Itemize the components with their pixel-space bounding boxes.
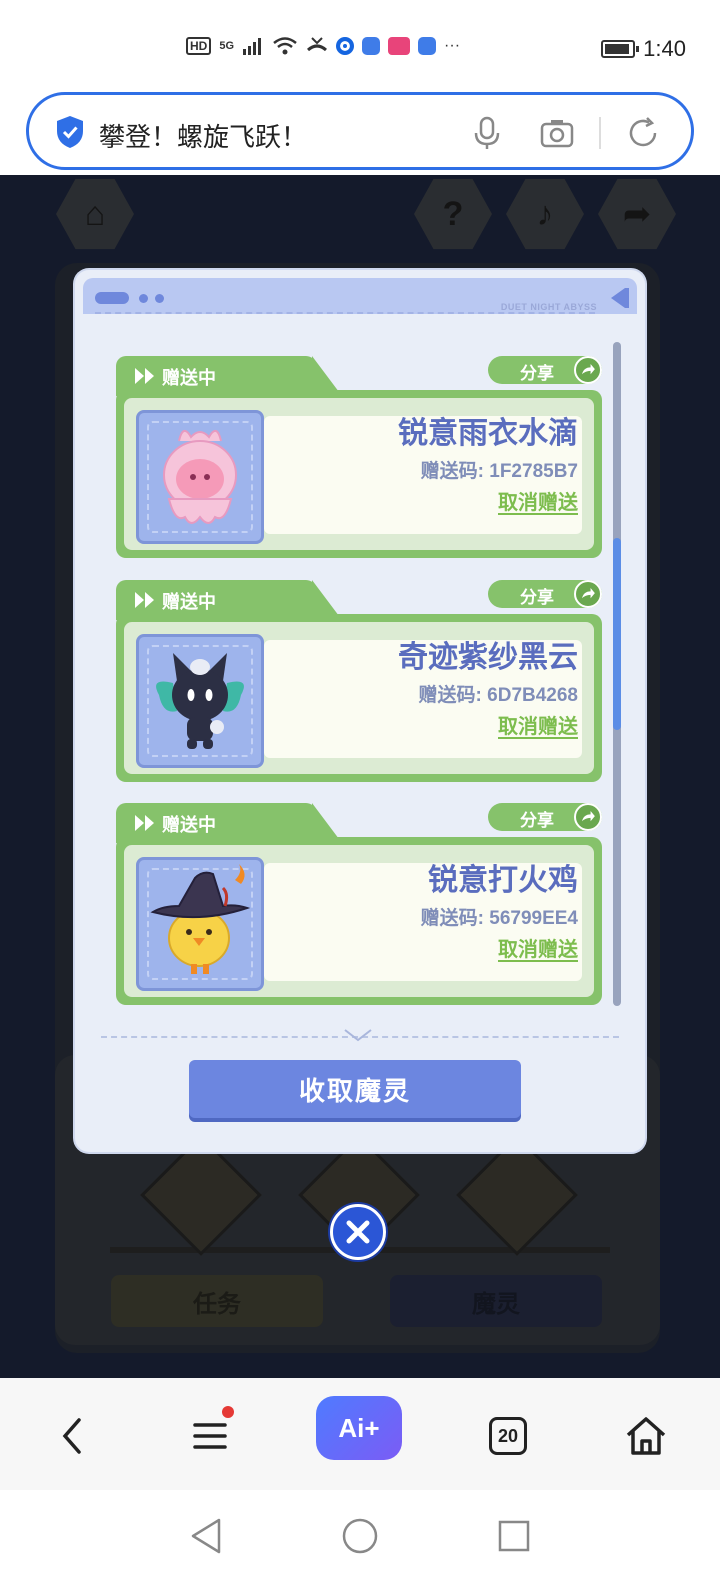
dialog-header: DUET NIGHT ABYSS <box>83 278 637 314</box>
share-button[interactable]: 分享 <box>488 803 602 831</box>
page-title[interactable]: 攀登！螺旋飞跃！ <box>99 117 307 154</box>
scrollbar-thumb[interactable] <box>613 538 621 730</box>
share-label: 分享 <box>520 364 554 383</box>
browser-bottom-nav: Ai+ 20 <box>0 1378 720 1490</box>
card-body: 锐意打火鸡 赠送码: 56799EE4 取消赠送 <box>116 837 602 1005</box>
gift-status: 赠送中 <box>162 592 216 612</box>
fast-forward-icon <box>135 815 154 831</box>
triangle-back-icon <box>191 1518 221 1554</box>
card-inner: 奇迹紫纱黑云 赠送码: 6D7B4268 取消赠送 <box>124 622 594 774</box>
share-label: 分享 <box>520 811 554 830</box>
system-nav-bar <box>0 1490 720 1584</box>
music-hex-button: ♪ <box>506 178 584 250</box>
creature-thumbnail <box>136 634 264 768</box>
app-notification-icon <box>418 37 437 55</box>
gift-card: 赠送中 分享 <box>116 580 602 782</box>
menu-icon <box>193 1423 227 1449</box>
circle-home-icon <box>342 1518 378 1554</box>
creature-name: 锐意打火鸡 <box>428 864 578 897</box>
status-bar: HD 5G ··· 1:40 <box>0 0 720 92</box>
header-dot-decoration <box>155 294 164 303</box>
cancel-gift-link[interactable]: 取消赠送 <box>498 710 578 739</box>
black-cloud-creature-icon <box>156 653 244 749</box>
gift-dialog: DUET NIGHT ABYSS 赠送中 分享 锐意雨衣水滴 赠送码: 1F27… <box>75 270 645 1152</box>
task-button: 任务 <box>111 1275 323 1327</box>
gift-card: 赠送中 分享 <box>116 356 602 558</box>
share-hex-button: ➦ <box>598 178 676 250</box>
network-type: 5G <box>219 40 235 52</box>
help-hex-button: ? <box>414 178 492 250</box>
header-arrow-icon <box>611 288 625 308</box>
gift-status: 赠送中 <box>162 368 216 388</box>
tabs-button[interactable]: 20 <box>474 1402 542 1470</box>
clock: 1:40 <box>643 36 686 61</box>
back-button[interactable] <box>38 1402 106 1470</box>
tab-count: 20 <box>489 1417 527 1455</box>
collect-spirit-button[interactable]: 收取魔灵 <box>189 1060 521 1118</box>
bilibili-icon <box>388 37 411 55</box>
refresh-icon[interactable] <box>625 115 661 151</box>
gift-status: 赠送中 <box>162 815 216 835</box>
address-separator <box>599 117 601 149</box>
system-home-button[interactable] <box>336 1512 384 1560</box>
more-notifications-icon: ··· <box>444 37 461 54</box>
square-recents-icon <box>498 1520 530 1552</box>
share-button[interactable]: 分享 <box>488 580 602 608</box>
card-body: 奇迹紫纱黑云 赠送码: 6D7B4268 取消赠送 <box>116 614 602 782</box>
gift-code: 赠送码: 6D7B4268 <box>418 685 578 706</box>
gift-card: 赠送中 分享 <box>116 803 602 1005</box>
home-button[interactable] <box>612 1402 680 1470</box>
camera-icon[interactable] <box>539 115 575 151</box>
fast-forward-icon <box>135 592 154 608</box>
header-bar-decoration <box>625 288 629 308</box>
hd-indicator: HD <box>186 37 212 55</box>
pink-raincoat-drop-icon <box>163 430 237 524</box>
shield-check-icon <box>57 116 83 148</box>
card-inner: 锐意雨衣水滴 赠送码: 1F2785B7 取消赠送 <box>124 398 594 550</box>
status-icons: HD 5G ··· <box>186 36 460 56</box>
card-inner: 锐意打火鸡 赠送码: 56799EE4 取消赠送 <box>124 845 594 997</box>
missed-call-icon <box>307 37 328 52</box>
creature-thumbnail <box>136 857 264 991</box>
share-arrow-icon <box>574 356 602 384</box>
wifi-icon <box>273 37 297 55</box>
share-label: 分享 <box>520 588 554 607</box>
fast-forward-icon <box>135 368 154 384</box>
signal-icon <box>243 38 262 55</box>
creature-name: 锐意雨衣水滴 <box>398 417 578 450</box>
chevron-left-icon <box>62 1418 81 1454</box>
chevron-down-icon <box>344 1029 372 1042</box>
cancel-gift-link[interactable]: 取消赠送 <box>498 486 578 515</box>
gift-code: 赠送码: 56799EE4 <box>420 908 578 929</box>
header-pill-decoration <box>95 292 129 304</box>
creature-thumbnail <box>136 410 264 544</box>
gift-code: 赠送码: 1F2785B7 <box>420 461 578 482</box>
witch-hat-chick-icon <box>150 864 251 974</box>
app-notification-icon <box>336 37 355 55</box>
share-button[interactable]: 分享 <box>488 356 602 384</box>
spirit-button: 魔灵 <box>390 1275 602 1327</box>
microphone-icon[interactable] <box>469 115 505 151</box>
system-recents-button[interactable] <box>490 1512 538 1560</box>
menu-button[interactable] <box>176 1402 244 1470</box>
card-body: 锐意雨衣水滴 赠送码: 1F2785B7 取消赠送 <box>116 390 602 558</box>
ai-assistant-button[interactable]: Ai+ <box>316 1396 402 1460</box>
system-back-button[interactable] <box>182 1512 230 1560</box>
share-arrow-icon <box>574 803 602 831</box>
header-dashed-line <box>95 312 595 314</box>
cancel-gift-link[interactable]: 取消赠送 <box>498 933 578 962</box>
battery-icon <box>601 40 640 58</box>
app-notification-icon <box>362 37 381 55</box>
share-arrow-icon <box>574 580 602 608</box>
home-icon <box>626 1417 666 1455</box>
address-bar[interactable]: 攀登！螺旋飞跃！ <box>26 92 694 170</box>
status-right: 1:40 <box>601 36 686 62</box>
close-icon <box>346 1220 370 1244</box>
home-hex-button: ⌂ <box>56 178 134 250</box>
creature-name: 奇迹紫纱黑云 <box>398 641 578 674</box>
close-dialog-button[interactable] <box>330 1204 386 1260</box>
header-dot-decoration <box>139 294 148 303</box>
notification-badge <box>222 1406 234 1418</box>
header-brand-text: DUET NIGHT ABYSS <box>500 302 597 312</box>
